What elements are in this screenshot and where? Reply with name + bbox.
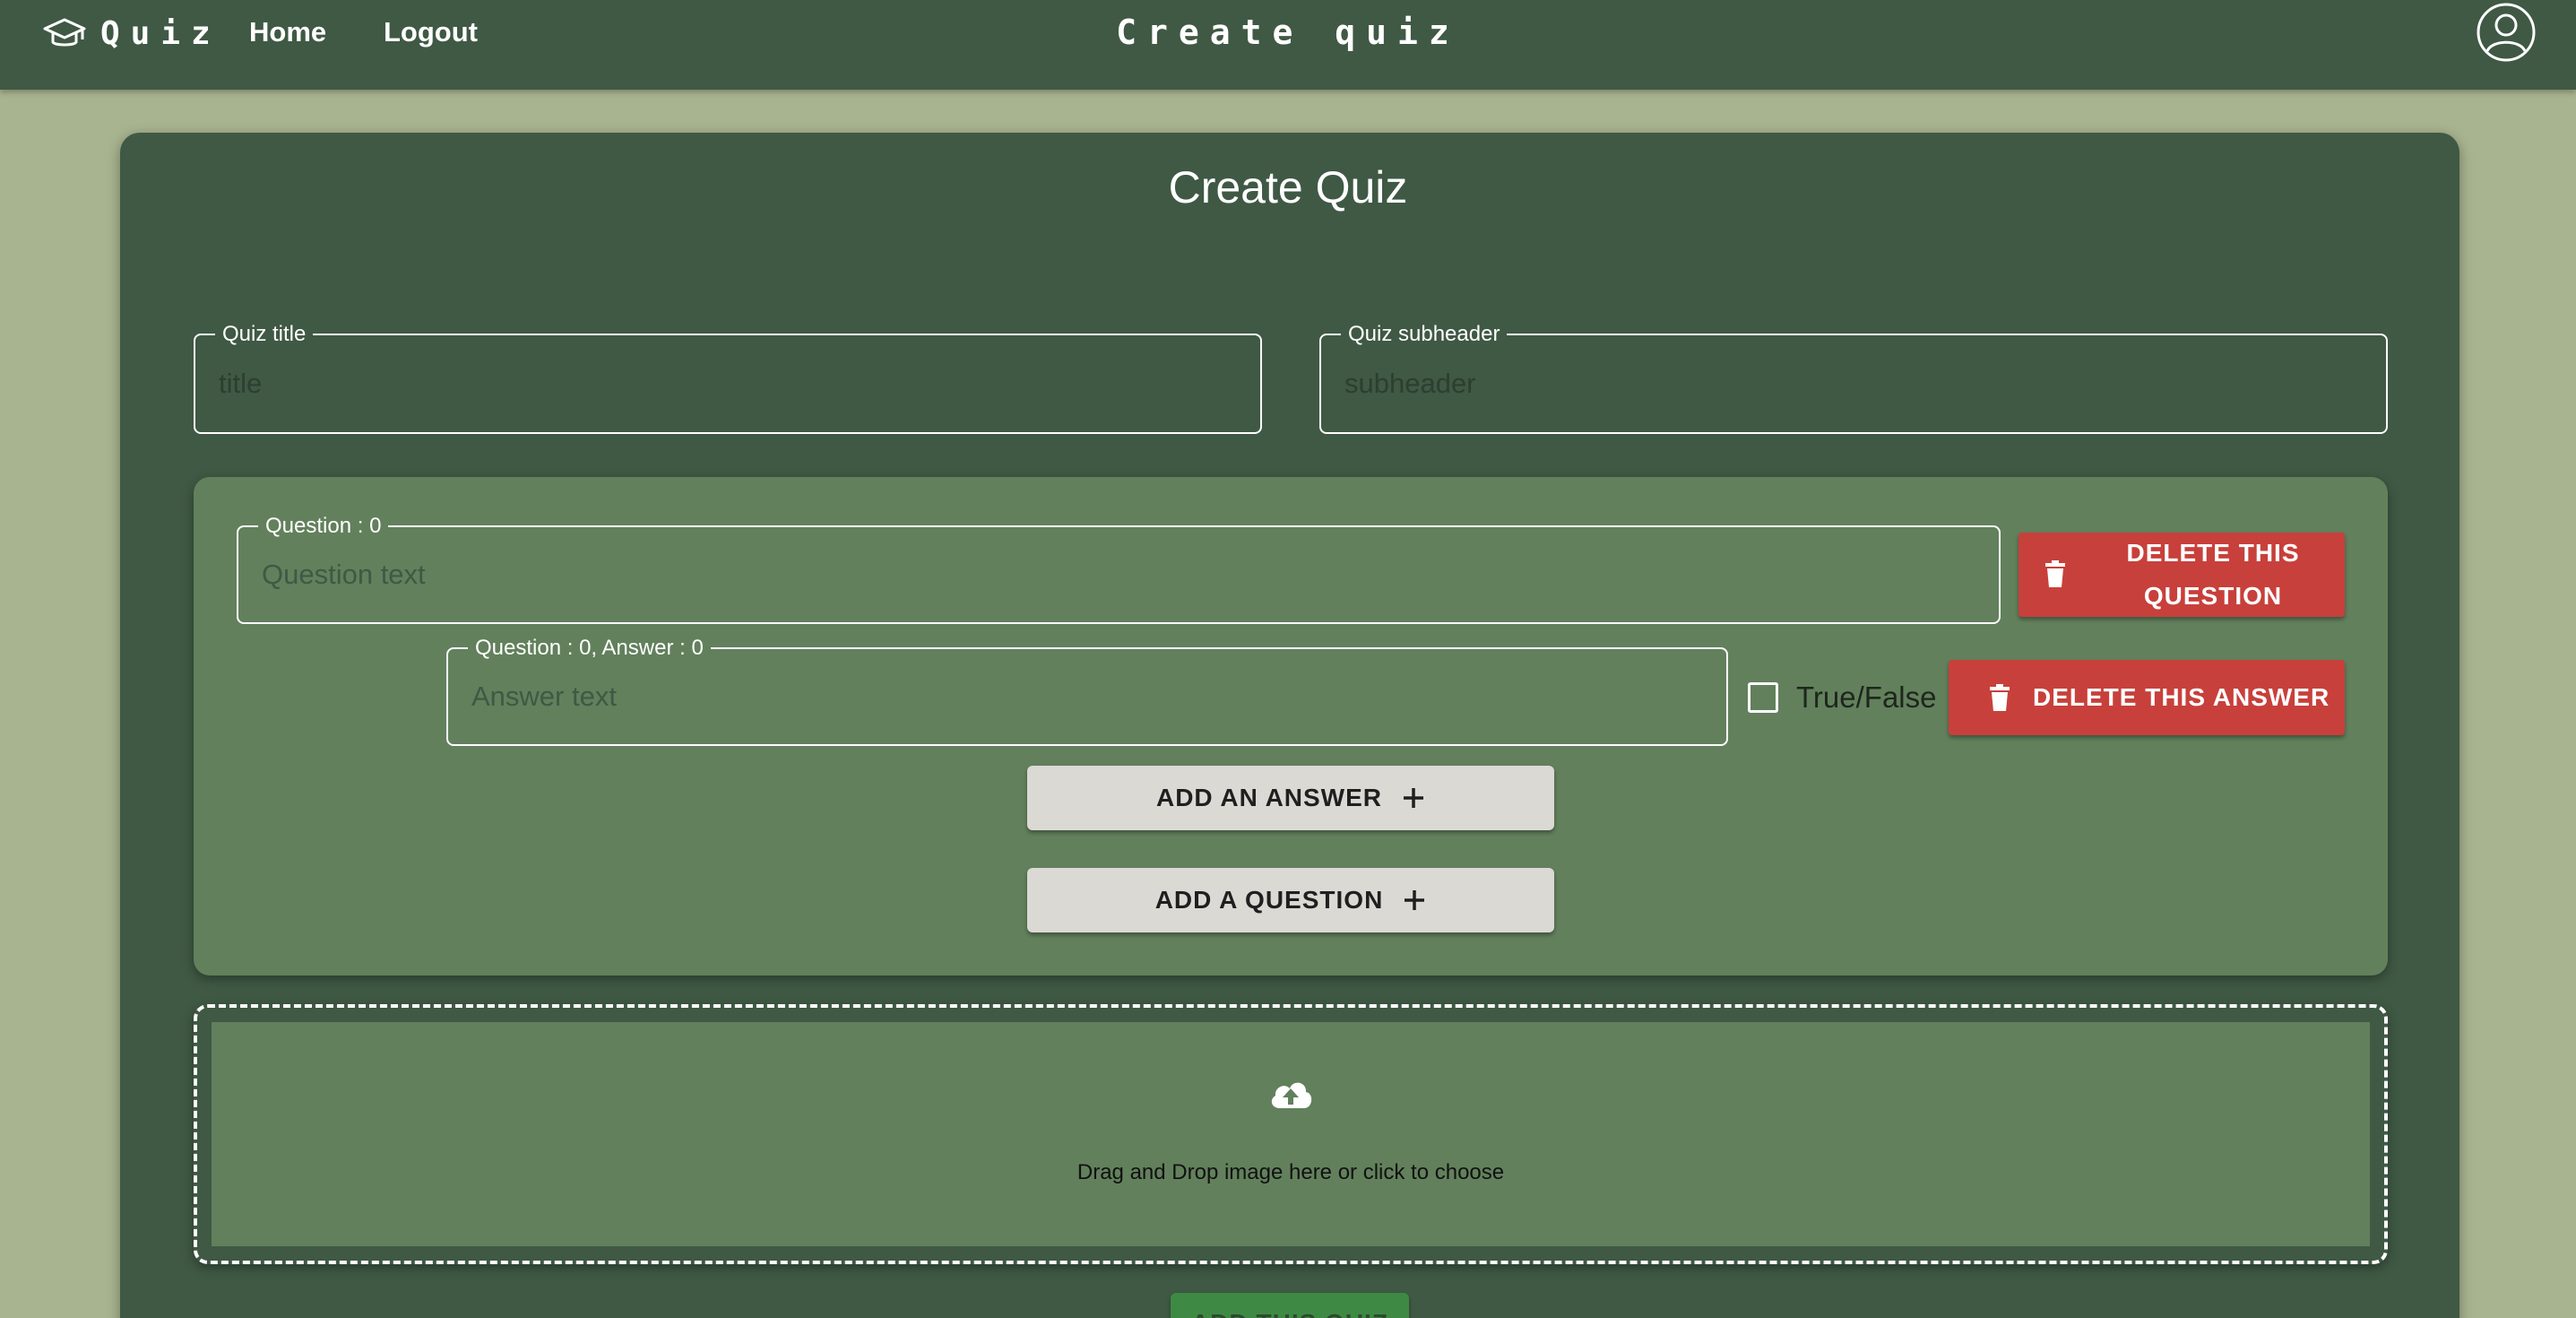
page-title: Create quiz [1116, 13, 1460, 52]
checkbox-box[interactable] [1748, 682, 1778, 713]
add-question-button[interactable]: ADD A QUESTION [1027, 868, 1554, 932]
answer-text-input[interactable] [471, 649, 1703, 744]
account-circle-icon[interactable] [2476, 2, 2537, 63]
dropzone-text: Drag and Drop image here or click to cho… [1076, 1160, 1505, 1184]
question-field: Question : 0 [237, 515, 2001, 624]
dropzone-area[interactable]: Drag and Drop image here or click to cho… [212, 1022, 2370, 1246]
form-heading: Create Quiz [0, 156, 2576, 219]
add-question-label: ADD A QUESTION [1154, 886, 1384, 914]
delete-question-button[interactable]: DELETE THIS QUESTION [2018, 533, 2345, 617]
quiz-subheader-input[interactable] [1344, 335, 2363, 432]
trash-icon [2045, 560, 2065, 587]
add-answer-button[interactable]: ADD AN ANSWER [1027, 766, 1554, 830]
add-quiz-label: ADD THIS QUIZ [1191, 1309, 1388, 1318]
nav-home-link[interactable]: Home [249, 13, 326, 52]
add-quiz-button[interactable]: ADD THIS QUIZ [1171, 1293, 1409, 1318]
cloud-upload-icon [1271, 1082, 1312, 1108]
plus-icon [1405, 890, 1425, 910]
true-false-checkbox[interactable]: True/False [1748, 680, 1937, 715]
trash-icon [1990, 684, 2010, 711]
question-text-input[interactable] [262, 527, 1975, 622]
add-answer-label: ADD AN ANSWER [1155, 784, 1383, 811]
answer-field: Question : 0, Answer : 0 [446, 637, 1728, 746]
delete-answer-label: DELETE THIS ANSWER [2033, 683, 2330, 711]
brand-name: Quiz [100, 15, 221, 52]
true-false-label: True/False [1796, 681, 1937, 714]
delete-question-label: DELETE THIS QUESTION [2126, 539, 2300, 610]
nav-logout-link[interactable]: Logout [384, 13, 478, 52]
graduation-cap-icon [43, 18, 86, 47]
form-heading-text: Create Quiz [1168, 162, 1408, 212]
top-navbar: Quiz Home Logout Create quiz [0, 0, 2576, 90]
quiz-title-input[interactable] [219, 335, 1237, 432]
image-dropzone[interactable]: Drag and Drop image here or click to cho… [194, 1004, 2388, 1264]
quiz-subheader-field: Quiz subheader [1319, 323, 2388, 434]
plus-icon [1404, 788, 1424, 808]
delete-answer-button[interactable]: DELETE THIS ANSWER [1949, 660, 2345, 735]
quiz-title-field: Quiz title [194, 323, 1262, 434]
